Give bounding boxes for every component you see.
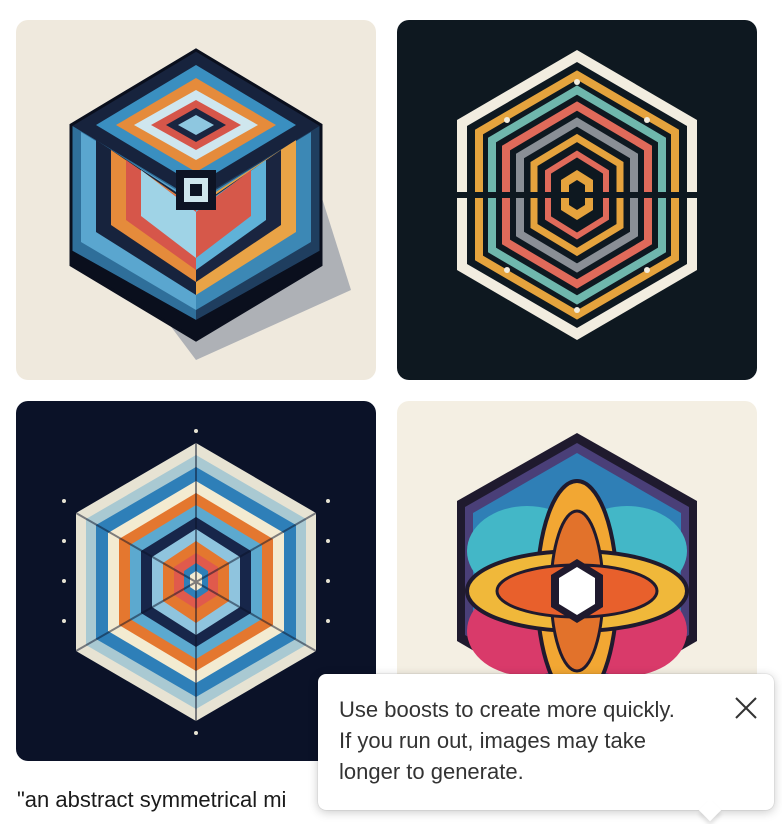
tooltip-close-button[interactable]	[732, 694, 760, 722]
tooltip-arrow	[698, 798, 722, 822]
tooltip-line-3: longer to generate.	[339, 759, 524, 784]
circuit-hexagon-artwork	[397, 20, 757, 380]
tooltip-line-2: If you run out, images may take	[339, 728, 646, 753]
boosts-tooltip: Use boosts to create more quickly. If yo…	[318, 674, 774, 822]
tooltip-message: Use boosts to create more quickly. If yo…	[339, 694, 719, 787]
hexagon-box-artwork	[16, 20, 376, 380]
generated-image-1[interactable]	[16, 20, 376, 380]
tooltip-line-1: Use boosts to create more quickly.	[339, 697, 675, 722]
prompt-visible-text: "an abstract symmetrical mi	[17, 787, 287, 812]
close-icon	[735, 697, 757, 719]
generated-image-2[interactable]	[397, 20, 757, 380]
